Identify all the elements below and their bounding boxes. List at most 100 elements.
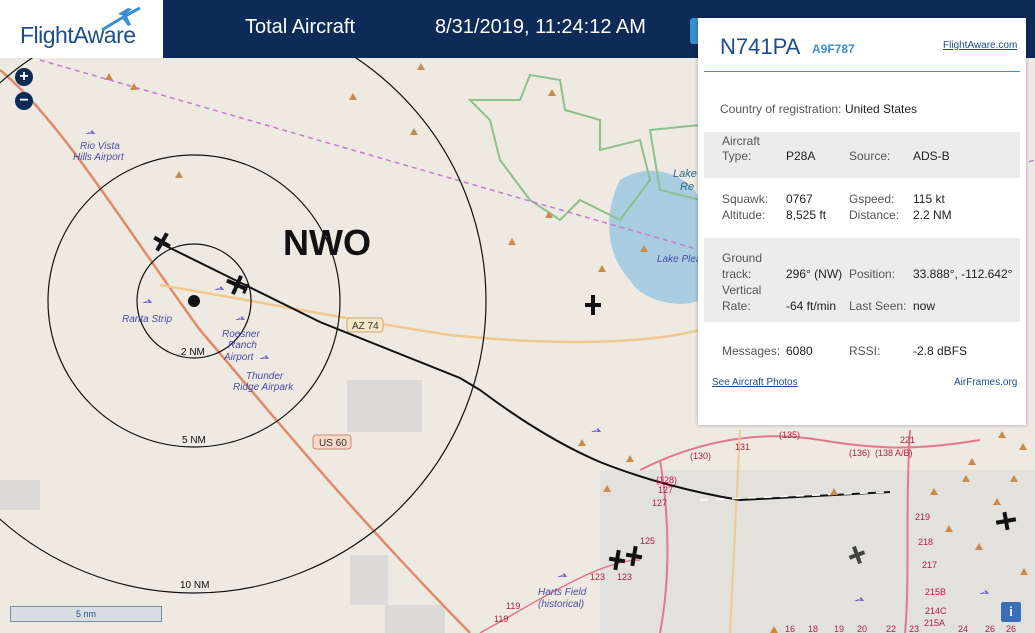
svg-text:119: 119 (494, 614, 508, 624)
aircraft-photos-link[interactable]: See Aircraft Photos (712, 377, 798, 388)
ground-track-value: 296° (NW) (786, 267, 843, 281)
vertical-rate-label: Vertical (722, 283, 762, 297)
airframes-link[interactable]: AirFrames.org (954, 377, 1017, 388)
svg-text:26: 26 (1006, 624, 1016, 633)
svg-text:16: 16 (785, 624, 795, 633)
place-roesner-2: Ranch (228, 340, 257, 351)
svg-text:US 60: US 60 (319, 438, 347, 449)
svg-text:127: 127 (658, 485, 673, 495)
svg-text:214C: 214C (925, 606, 947, 616)
shield-az74: AZ 74 (346, 317, 384, 333)
aircraft-type-value: P28A (786, 149, 816, 163)
aircraft-type-label: Aircraft (722, 134, 761, 148)
aircraft-registration: N741PA (720, 34, 801, 59)
svg-text:(128): (128) (656, 475, 677, 485)
squawk-label: Squawk: (722, 192, 769, 206)
info-button[interactable]: i (1001, 602, 1021, 622)
vertical-rate-value: -64 ft/min (786, 299, 837, 313)
source-value: ADS-B (913, 149, 950, 163)
flightaware-link[interactable]: FlightAware.com (943, 40, 1017, 51)
country-row: Country of registration: United States (704, 102, 1020, 120)
urban-block (0, 480, 40, 510)
scale-bar: 5 nm (10, 606, 162, 622)
flightaware-logo[interactable]: FlightAware (0, 0, 163, 58)
svg-text:131: 131 (735, 442, 750, 452)
place-harts: Harts Field (538, 587, 587, 598)
country-label: Country of registration: (720, 102, 842, 116)
svg-text:(130): (130) (690, 451, 711, 461)
zoom-out-button[interactable]: − (15, 92, 33, 110)
svg-text:26: 26 (985, 624, 995, 633)
place-ranta-strip: Ranta Strip (122, 314, 172, 325)
squawk-row: Squawk: 0767 Gspeed: 115 kt Altitude: 8,… (704, 192, 1020, 228)
last-seen-value: now (913, 299, 936, 313)
track-row: Ground track: 296° (NW) Position: 33.888… (704, 238, 1020, 322)
svg-text:22: 22 (886, 624, 896, 633)
receiver-location (188, 295, 200, 307)
place-thunder-2: Ridge Airpark (233, 382, 294, 393)
svg-text:217: 217 (922, 560, 937, 570)
svg-text:218: 218 (918, 537, 933, 547)
messages-value: 6080 (786, 344, 813, 358)
svg-text:20: 20 (857, 624, 867, 633)
ring-label-10nm: 10 NM (180, 580, 209, 591)
svg-text:123: 123 (590, 572, 605, 582)
zoom-in-button[interactable]: + (15, 68, 33, 86)
place-rio-vista: Rio Vista (80, 141, 120, 152)
altitude-label: Altitude: (722, 208, 766, 222)
place-lake-2: Re (680, 181, 694, 193)
altitude-value: 8,525 ft (786, 208, 827, 222)
svg-text:215A: 215A (924, 618, 945, 628)
ground-track-label-2: track: (722, 267, 752, 281)
shield-us60: US 60 (312, 434, 352, 450)
place-rio-vista-2: Hills Airport (73, 152, 125, 163)
place-harts-2: (historical) (538, 599, 584, 610)
place-lake-pleasant: Lake Plea (657, 254, 702, 265)
urban-block (385, 605, 445, 633)
place-lake: Lake (673, 168, 697, 180)
type-row: Aircraft Type: P28A Source: ADS-B (704, 132, 1020, 178)
aircraft-hex-code: A9F787 (812, 42, 855, 56)
svg-text:215B: 215B (925, 587, 946, 597)
total-aircraft-label: Total Aircraft (245, 16, 356, 38)
timestamp: 8/31/2019, 11:24:12 AM (435, 16, 646, 38)
last-seen-label: Last Seen: (849, 299, 907, 313)
svg-text:18: 18 (808, 624, 818, 633)
urban-block (347, 380, 422, 432)
svg-text:219: 219 (915, 512, 930, 522)
svg-text:123: 123 (617, 572, 632, 582)
position-label: Position: (849, 267, 896, 281)
place-roesner: Roesner (222, 329, 260, 340)
plane-logo-icon (101, 6, 141, 32)
squawk-value: 0767 (786, 192, 813, 206)
svg-text:23: 23 (909, 624, 919, 633)
messages-label: Messages: (722, 344, 781, 358)
svg-text:AZ 74: AZ 74 (352, 321, 379, 332)
aircraft-type-label-2: Type: (722, 149, 752, 163)
svg-text:221: 221 (900, 435, 915, 445)
country-value: United States (845, 102, 918, 116)
urban-block (350, 555, 388, 605)
vertical-rate-label-2: Rate: (722, 299, 751, 313)
gspeed-value: 115 kt (913, 192, 945, 206)
rssi-value: -2.8 dBFS (913, 344, 968, 358)
rssi-label: RSSI: (849, 344, 881, 358)
ground-track-label: Ground (722, 251, 763, 265)
svg-text:24: 24 (958, 624, 968, 633)
svg-text:119: 119 (506, 601, 520, 611)
messages-row: Messages: 6080 RSSI: -2.8 dBFS (704, 344, 1020, 362)
ring-label-5nm: 5 NM (182, 435, 206, 446)
aircraft-info-panel: N741PA A9F787 FlightAware.com Country of… (698, 18, 1026, 425)
svg-text:(135): (135) (779, 430, 800, 440)
radar-site-label: NWO (283, 222, 371, 263)
ring-label-2nm: 2 NM (181, 347, 205, 358)
place-roesner-3: Airport (223, 352, 255, 363)
place-thunder: Thunder (246, 371, 284, 382)
source-label: Source: (849, 149, 891, 163)
svg-text:19: 19 (834, 624, 844, 633)
distance-value: 2.2 NM (913, 208, 952, 222)
svg-text:125: 125 (640, 536, 655, 546)
distance-label: Distance: (849, 208, 900, 222)
svg-text:(138 A/B): (138 A/B) (875, 448, 913, 458)
svg-text:(136): (136) (849, 448, 870, 458)
